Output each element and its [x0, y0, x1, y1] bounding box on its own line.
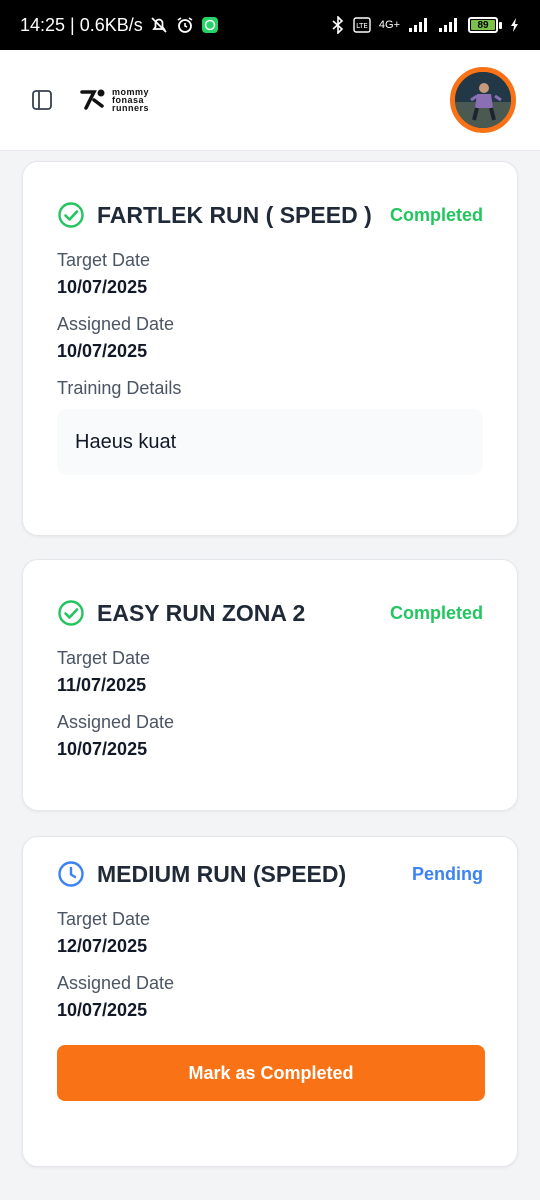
task-card-header: EASY RUN ZONA 2 Completed: [57, 594, 483, 632]
assigned-date-label: Assigned Date: [57, 314, 175, 334]
target-date-value: 10/07/2025: [57, 277, 148, 297]
network-type: 4G+: [378, 19, 400, 31]
volte-icon: LTE: [353, 17, 371, 33]
task-card: EASY RUN ZONA 2 Completed Target Date 11…: [22, 559, 518, 811]
target-date-label: Target Date: [57, 909, 151, 929]
charging-icon: [510, 17, 520, 33]
bluetooth-icon: [331, 16, 345, 34]
status-badge: Completed: [389, 602, 483, 623]
muted-bell-icon: [149, 15, 169, 35]
signal-icon: [408, 17, 430, 33]
app-logo[interactable]: mommy fonasa runners: [80, 87, 150, 113]
check-circle-icon: [58, 600, 84, 626]
sidebar-toggle-button[interactable]: [30, 88, 54, 112]
task-card-header: MEDIUM RUN (SPEED) Pending: [57, 855, 483, 893]
status-bar: 14:25 | 0.6KB/s LTE 4G+ 89: [0, 0, 540, 50]
svg-text:LTE: LTE: [356, 22, 368, 30]
signal-icon-2: [438, 17, 460, 33]
runner-logo-icon: [80, 89, 105, 110]
task-card: MEDIUM RUN (SPEED) Pending Target Date 1…: [22, 836, 518, 1167]
battery-level: 89: [471, 20, 495, 31]
task-list[interactable]: FARTLEK RUN ( SPEED ) Completed Target D…: [0, 151, 540, 1200]
clock-icon: [58, 861, 84, 887]
target-date-label: Target Date: [57, 648, 151, 668]
task-card-header: FARTLEK RUN ( SPEED ) Completed: [57, 196, 483, 234]
training-details-label: Training Details: [57, 378, 182, 398]
task-title: EASY RUN ZONA 2: [97, 599, 306, 626]
app-header: mommy fonasa runners: [0, 50, 540, 151]
training-details-box: Haeus kuat: [57, 409, 483, 475]
whatsapp-icon: [201, 16, 219, 34]
mark-as-completed-button[interactable]: Mark as Completed: [57, 1045, 485, 1101]
target-date-value: 12/07/2025: [57, 936, 148, 956]
target-date-label: Target Date: [57, 250, 151, 270]
status-badge: Completed: [389, 204, 483, 225]
target-date-value: 11/07/2025: [57, 675, 147, 695]
assigned-date-value: 10/07/2025: [57, 1000, 148, 1020]
user-avatar[interactable]: [450, 67, 516, 133]
task-card: FARTLEK RUN ( SPEED ) Completed Target D…: [22, 161, 518, 536]
logo-text: mommy fonasa runners: [112, 87, 150, 113]
status-badge: Pending: [412, 863, 483, 884]
check-circle-icon: [58, 202, 84, 228]
assigned-date-label: Assigned Date: [57, 712, 175, 732]
assigned-date-value: 10/07/2025: [57, 341, 148, 361]
assigned-date-value: 10/07/2025: [57, 739, 148, 759]
avatar-photo: [455, 72, 511, 128]
sidebar-icon: [32, 90, 52, 110]
task-title: FARTLEK RUN ( SPEED ): [97, 201, 372, 228]
task-title: MEDIUM RUN (SPEED): [97, 860, 347, 887]
battery-icon: 89: [468, 17, 502, 33]
alarm-icon: [175, 15, 195, 35]
training-details-text: Haeus kuat: [75, 430, 177, 453]
assigned-date-label: Assigned Date: [57, 973, 175, 993]
status-time: 14:25 | 0.6KB/s: [20, 14, 143, 35]
